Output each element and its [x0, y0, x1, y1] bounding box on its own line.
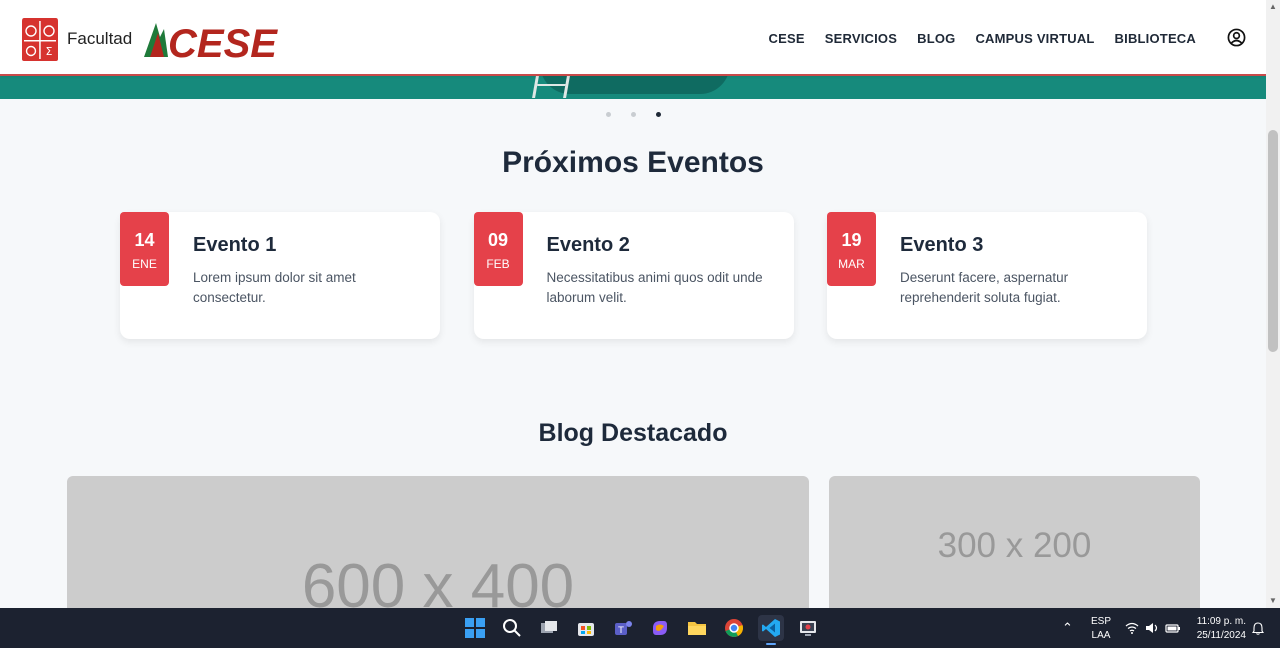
event-day: 19 [841, 230, 862, 250]
event-date-badge: 14 ENE [120, 212, 169, 286]
event-title: Evento 2 [546, 234, 630, 256]
cese-brand-logo[interactable]: CESE [142, 19, 292, 61]
web-page: Σ Facultad CESE CESE SERVICIOS BLOG CAMP… [0, 0, 1266, 608]
events-list: 14 ENE Evento 1 Lorem ipsum dolor sit am… [120, 212, 1147, 339]
system-clock[interactable]: 11:09 p. m. 25/11/2024 [1188, 615, 1246, 643]
carousel-indicators [0, 112, 1266, 117]
page-scrollbar[interactable]: ▲ ▼ [1266, 0, 1280, 608]
event-card[interactable]: 19 MAR Evento 3 Deserunt facere, asperna… [827, 212, 1147, 339]
blog-section-title: Blog Destacado [538, 419, 728, 447]
scroll-down-arrow-icon[interactable]: ▼ [1269, 596, 1277, 605]
battery-icon[interactable] [1165, 622, 1181, 634]
hero-image-ladder [532, 76, 570, 98]
keyboard-layout-code: LAA [1091, 630, 1111, 641]
event-day: 09 [487, 230, 509, 250]
logo-facultad-text: Facultad [67, 29, 133, 48]
svg-text:T: T [617, 626, 624, 636]
event-description: Necessitatibus animi quos odit unde labo… [546, 270, 763, 305]
taskbar-apps: T [462, 615, 821, 645]
event-description: Lorem ipsum dolor sit amet consectetur. [193, 270, 356, 305]
blog-featured-image[interactable]: 600 x 400 [67, 476, 809, 608]
microsoft-store-icon[interactable] [573, 615, 599, 641]
event-card[interactable]: 09 FEB Evento 2 Necessitatibus animi quo… [473, 212, 794, 339]
carousel-dot-2[interactable] [630, 112, 636, 117]
placeholder-size-label: 600 x 400 [301, 552, 575, 608]
nav-servicios[interactable]: SERVICIOS [825, 31, 897, 46]
clock-date: 25/11/2024 [1196, 630, 1246, 641]
scrollbar-thumb[interactable] [1268, 130, 1278, 352]
nav-campus-virtual[interactable]: CAMPUS VIRTUAL [975, 31, 1094, 46]
windows-start-icon[interactable] [462, 615, 488, 641]
carousel-dot-3[interactable] [655, 112, 661, 117]
main-nav: CESE SERVICIOS BLOG CAMPUS VIRTUAL BIBLI… [769, 31, 1196, 46]
chrome-icon[interactable] [721, 615, 747, 641]
nav-biblioteca[interactable]: BIBLIOTECA [1115, 31, 1196, 46]
event-title: Evento 3 [900, 234, 984, 256]
event-description: Deserunt facere, aspernatur reprehenderi… [900, 270, 1069, 305]
clock-time: 11:09 p. m. [1196, 616, 1246, 627]
show-hidden-icons-chevron-icon[interactable]: ⌃ [1062, 620, 1073, 636]
event-title: Evento 1 [193, 234, 277, 256]
blog-side-image[interactable]: 300 x 200 [829, 476, 1200, 608]
volume-icon[interactable] [1145, 622, 1159, 634]
event-month: ENE [132, 257, 157, 271]
svg-text:Σ: Σ [46, 45, 53, 58]
event-date-badge: 19 MAR [827, 212, 876, 286]
scroll-up-arrow-icon[interactable]: ▲ [1269, 2, 1277, 11]
notification-bell-icon[interactable] [1252, 622, 1264, 635]
language-code: ESP [1090, 616, 1111, 627]
nav-cese[interactable]: CESE [769, 31, 805, 46]
event-day: 14 [134, 230, 155, 250]
event-month: MAR [838, 257, 865, 271]
user-account-icon[interactable] [1227, 28, 1246, 47]
vscode-icon[interactable] [758, 615, 784, 645]
windows-taskbar: T ⌃ ESP LAA 11:09 p. m. 25/11/2024 [0, 608, 1280, 648]
file-explorer-icon[interactable] [684, 615, 710, 641]
teams-icon[interactable]: T [610, 615, 636, 641]
snipping-tool-icon[interactable] [795, 615, 821, 641]
faculty-logo-icon[interactable]: Σ [20, 15, 60, 62]
task-view-icon[interactable] [536, 615, 562, 641]
event-month: FEB [486, 257, 510, 271]
event-date-badge: 09 FEB [473, 212, 523, 286]
search-icon[interactable] [499, 615, 525, 641]
cese-brand-text: CESE [168, 22, 278, 61]
copilot-icon[interactable] [647, 615, 673, 641]
nav-blog[interactable]: BLOG [917, 31, 955, 46]
events-section-title: Próximos Eventos [502, 146, 764, 179]
event-card[interactable]: 14 ENE Evento 1 Lorem ipsum dolor sit am… [120, 212, 440, 339]
input-language-indicator[interactable]: ESP LAA [1090, 615, 1112, 643]
placeholder-size-label: 300 x 200 [937, 526, 1092, 565]
wifi-icon[interactable] [1125, 622, 1139, 634]
carousel-dot-1[interactable] [605, 112, 611, 117]
site-header: Σ Facultad CESE CESE SERVICIOS BLOG CAMP… [0, 0, 1266, 76]
